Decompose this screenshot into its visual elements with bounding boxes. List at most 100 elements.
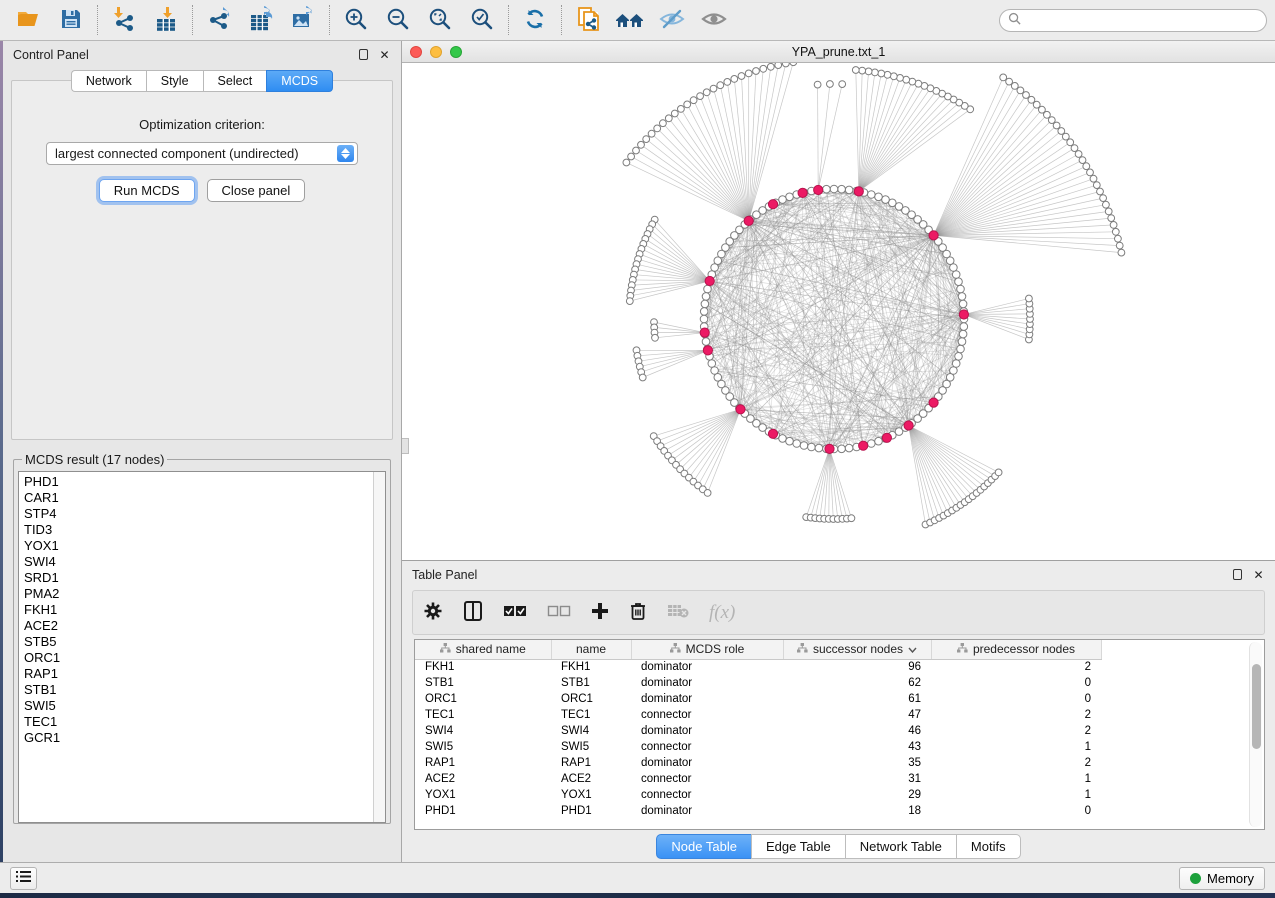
mcds-result-list[interactable]: PHD1CAR1STP4TID3YOX1SWI4SRD1PMA2FKH1ACE2… xyxy=(19,472,373,822)
first-neighbors-button[interactable] xyxy=(609,2,651,38)
table-cell[interactable]: 47 xyxy=(783,707,931,723)
table-cell[interactable]: 0 xyxy=(931,691,1101,707)
table-cell[interactable]: YOX1 xyxy=(415,787,551,803)
splitter-grip[interactable] xyxy=(402,438,409,454)
table-row[interactable]: SWI5SWI5connector431 xyxy=(415,739,1101,755)
refresh-button[interactable] xyxy=(514,2,556,38)
export-network-button[interactable] xyxy=(198,2,240,38)
table-cell[interactable]: FKH1 xyxy=(415,659,551,675)
zoom-out-button[interactable] xyxy=(377,2,419,38)
table-cell[interactable]: 1 xyxy=(931,787,1101,803)
table-cell[interactable]: 2 xyxy=(931,755,1101,771)
result-node-item[interactable]: TEC1 xyxy=(24,714,373,730)
table-cell[interactable]: STB1 xyxy=(551,675,631,691)
result-node-item[interactable]: YOX1 xyxy=(24,538,373,554)
delete-row-button[interactable] xyxy=(629,598,647,628)
table-cell[interactable]: ORC1 xyxy=(415,691,551,707)
table-cell[interactable]: RAP1 xyxy=(415,755,551,771)
tab-edge-table[interactable]: Edge Table xyxy=(751,834,845,859)
table-cell[interactable]: TEC1 xyxy=(415,707,551,723)
table-cell[interactable]: connector xyxy=(631,771,783,787)
table-cell[interactable]: SWI5 xyxy=(551,739,631,755)
table-cell[interactable]: STB1 xyxy=(415,675,551,691)
function-builder-button[interactable]: f(x) xyxy=(709,598,735,628)
table-cell[interactable]: 62 xyxy=(783,675,931,691)
table-cell[interactable]: dominator xyxy=(631,691,783,707)
table-cell[interactable]: PHD1 xyxy=(415,803,551,819)
table-cell[interactable]: 35 xyxy=(783,755,931,771)
result-node-item[interactable]: STP4 xyxy=(24,506,373,522)
table-settings-button[interactable] xyxy=(423,598,443,628)
result-node-item[interactable]: CAR1 xyxy=(24,490,373,506)
search-input[interactable] xyxy=(1026,13,1258,27)
table-cell[interactable]: 1 xyxy=(931,739,1101,755)
table-cell[interactable]: 18 xyxy=(783,803,931,819)
table-cell[interactable]: RAP1 xyxy=(551,755,631,771)
deselect-all-button[interactable] xyxy=(547,598,571,628)
table-row[interactable]: ORC1ORC1dominator610 xyxy=(415,691,1101,707)
close-table-panel-icon[interactable]: ✕ xyxy=(1252,568,1265,581)
result-node-item[interactable]: FKH1 xyxy=(24,602,373,618)
table-cell[interactable]: 96 xyxy=(783,659,931,675)
tab-mcds[interactable]: MCDS xyxy=(266,70,333,92)
result-node-item[interactable]: STB5 xyxy=(24,634,373,650)
table-cell[interactable]: FKH1 xyxy=(551,659,631,675)
table-scrollbar[interactable] xyxy=(1249,642,1262,827)
column-header-shared-name[interactable]: shared name xyxy=(415,640,551,659)
column-header-successor-nodes[interactable]: successor nodes xyxy=(783,640,931,659)
column-header-predecessor-nodes[interactable]: predecessor nodes xyxy=(931,640,1101,659)
import-table-button[interactable] xyxy=(145,2,187,38)
table-row[interactable]: FKH1FKH1dominator962 xyxy=(415,659,1101,675)
network-graph[interactable] xyxy=(402,63,1270,560)
zoom-in-button[interactable] xyxy=(335,2,377,38)
hide-selected-button[interactable] xyxy=(651,2,693,38)
table-cell[interactable]: dominator xyxy=(631,755,783,771)
zoom-selected-button[interactable] xyxy=(461,2,503,38)
open-file-button[interactable] xyxy=(8,2,50,38)
table-row[interactable]: RAP1RAP1dominator352 xyxy=(415,755,1101,771)
table-cell[interactable]: dominator xyxy=(631,675,783,691)
result-node-item[interactable]: ACE2 xyxy=(24,618,373,634)
result-node-item[interactable]: TID3 xyxy=(24,522,373,538)
table-cell[interactable]: 0 xyxy=(931,803,1101,819)
table-cell[interactable]: PHD1 xyxy=(551,803,631,819)
table-cell[interactable]: 2 xyxy=(931,723,1101,739)
result-node-item[interactable]: STB1 xyxy=(24,682,373,698)
table-scrollbar-thumb[interactable] xyxy=(1252,664,1261,749)
tab-node-table[interactable]: Node Table xyxy=(656,834,751,859)
result-scrollbar[interactable] xyxy=(373,472,385,822)
tab-network[interactable]: Network xyxy=(71,70,146,92)
table-cell[interactable]: SWI4 xyxy=(551,723,631,739)
export-table-button[interactable] xyxy=(240,2,282,38)
import-network-button[interactable] xyxy=(103,2,145,38)
node-table[interactable]: shared namenameMCDS rolesuccessor nodesp… xyxy=(415,640,1102,819)
table-cell[interactable]: connector xyxy=(631,707,783,723)
table-row[interactable]: TEC1TEC1connector472 xyxy=(415,707,1101,723)
tab-network-table[interactable]: Network Table xyxy=(845,834,956,859)
tab-style[interactable]: Style xyxy=(146,70,203,92)
table-cell[interactable]: 43 xyxy=(783,739,931,755)
table-cell[interactable]: YOX1 xyxy=(551,787,631,803)
tab-select[interactable]: Select xyxy=(203,70,267,92)
table-cell[interactable]: 0 xyxy=(931,675,1101,691)
result-node-item[interactable]: GCR1 xyxy=(24,730,373,746)
table-row[interactable]: PHD1PHD1dominator180 xyxy=(415,803,1101,819)
table-cell[interactable]: 1 xyxy=(931,771,1101,787)
show-all-button[interactable] xyxy=(693,2,735,38)
table-cell[interactable]: 29 xyxy=(783,787,931,803)
table-cell[interactable]: dominator xyxy=(631,803,783,819)
table-cell[interactable]: SWI5 xyxy=(415,739,551,755)
result-node-item[interactable]: PMA2 xyxy=(24,586,373,602)
zoom-fit-button[interactable] xyxy=(419,2,461,38)
close-panel-button[interactable]: Close panel xyxy=(207,179,306,202)
table-cell[interactable]: connector xyxy=(631,787,783,803)
result-node-item[interactable]: SWI5 xyxy=(24,698,373,714)
table-cell[interactable]: 46 xyxy=(783,723,931,739)
table-row[interactable]: ACE2ACE2connector311 xyxy=(415,771,1101,787)
result-node-item[interactable]: RAP1 xyxy=(24,666,373,682)
column-header-MCDS-role[interactable]: MCDS role xyxy=(631,640,783,659)
float-panel-icon[interactable] xyxy=(357,48,370,61)
result-node-item[interactable]: ORC1 xyxy=(24,650,373,666)
table-cell[interactable]: 2 xyxy=(931,707,1101,723)
close-panel-icon[interactable]: ✕ xyxy=(378,48,391,61)
